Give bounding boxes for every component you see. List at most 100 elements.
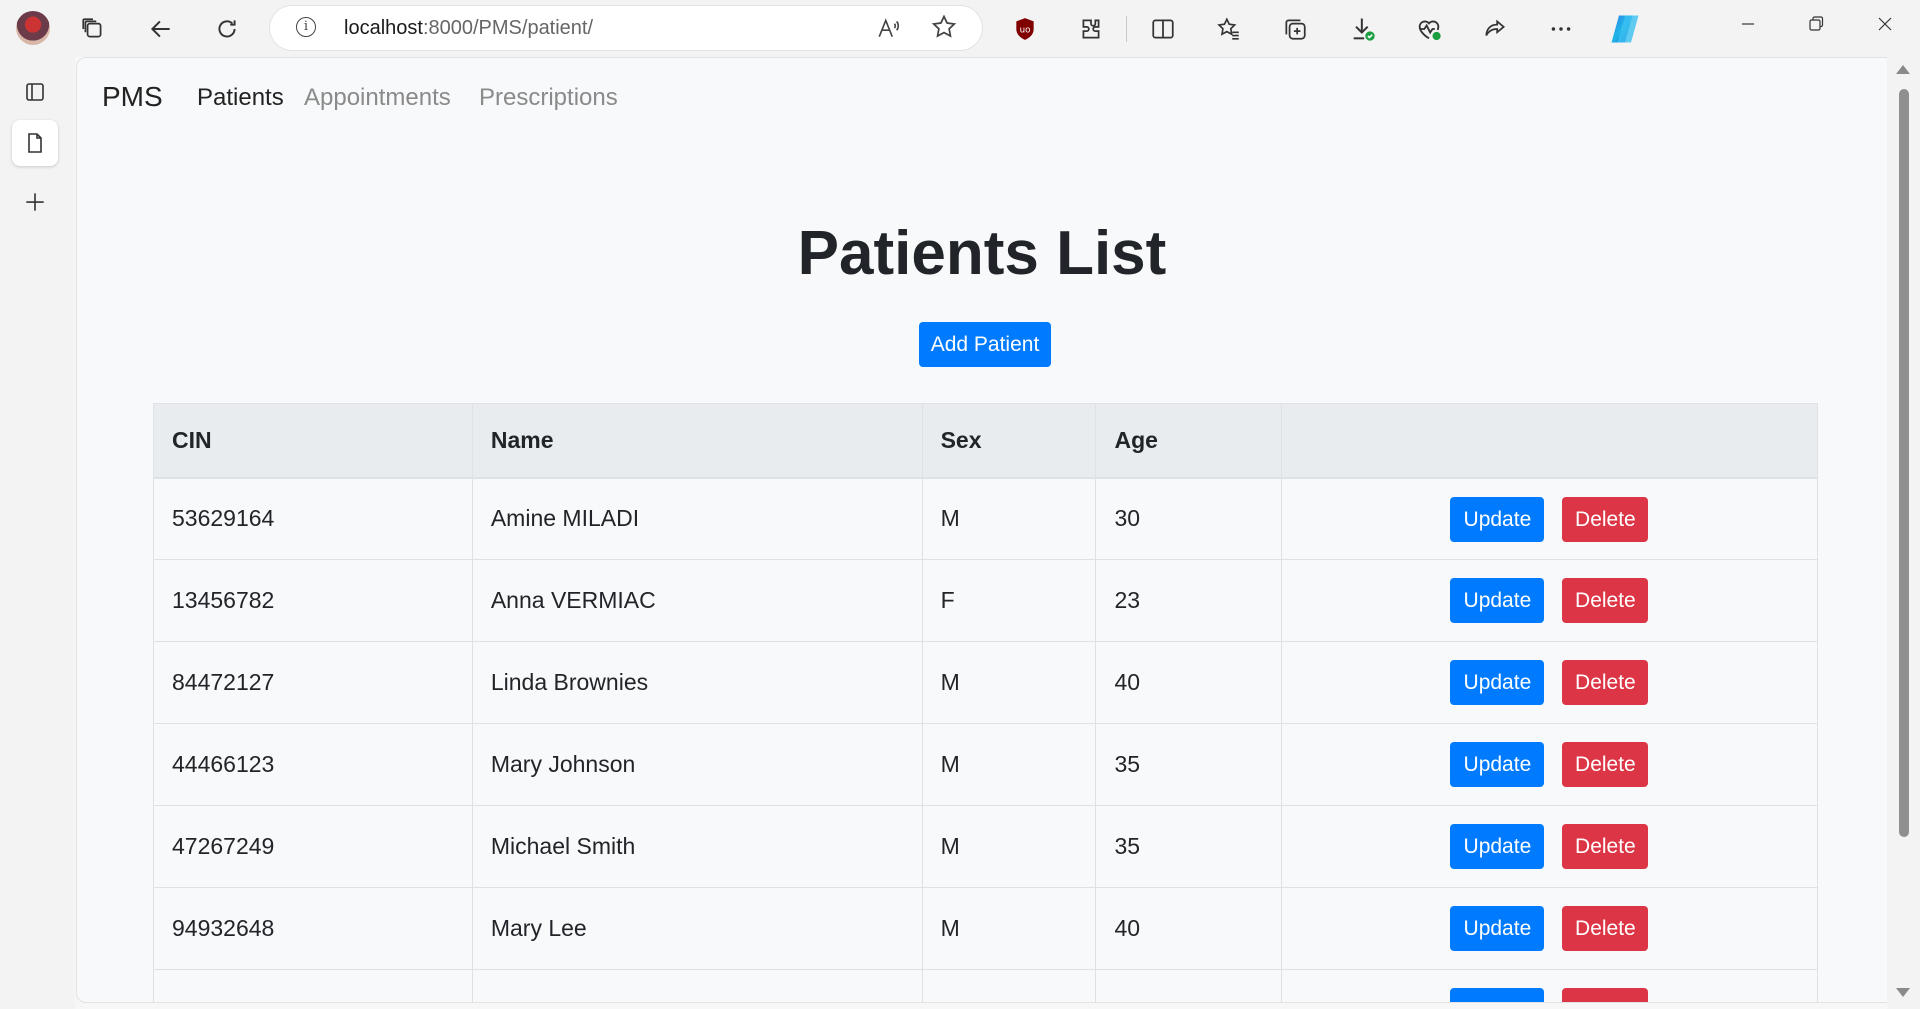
collections-icon[interactable]	[1280, 14, 1310, 44]
delete-button[interactable]: Delete	[1562, 660, 1649, 705]
scrollbar-thumb[interactable]	[1899, 89, 1909, 837]
age-cell: 35	[1095, 805, 1283, 888]
actions-cell: Update Delete	[1281, 641, 1818, 724]
more-icon[interactable]	[1546, 14, 1576, 44]
table-row: 53629164 Amine MILADI M 30 Update Delete	[153, 477, 1818, 560]
table-row: 94932648 Mary Lee M 40 Update Delete	[153, 887, 1818, 970]
table-header-row: CIN Name Sex Age	[153, 403, 1818, 479]
name-cell: Anna VERMIAC	[471, 559, 923, 642]
back-icon[interactable]	[146, 14, 176, 44]
cin-cell: 94932648	[153, 887, 473, 970]
new-tab-icon[interactable]	[12, 179, 58, 225]
refresh-icon[interactable]	[212, 14, 242, 44]
column-header-age: Age	[1095, 403, 1283, 479]
scroll-down-arrow-icon[interactable]	[1896, 988, 1910, 997]
sex-cell: M	[921, 723, 1097, 806]
table-row: 13456782 Anna VERMIAC F 23 Update Delete	[153, 559, 1818, 642]
delete-button[interactable]: Delete	[1562, 578, 1649, 623]
update-button[interactable]: Update	[1450, 742, 1545, 787]
tab-actions-icon[interactable]	[12, 69, 58, 115]
tabs-icon[interactable]	[78, 14, 108, 44]
page-tab-icon[interactable]	[12, 120, 58, 166]
nav-appointments[interactable]: Appointments	[304, 84, 451, 112]
cin-cell: 13456782	[153, 559, 473, 642]
delete-button[interactable]: Delete	[1562, 906, 1649, 951]
name-cell: Amine MILADI	[471, 477, 923, 560]
age-cell: 40	[1095, 641, 1283, 724]
actions-cell: Update Delete	[1281, 559, 1818, 642]
restore-icon[interactable]	[1801, 14, 1831, 40]
update-button[interactable]: Update	[1450, 578, 1545, 623]
table-row: 47267249 Michael Smith M 35 Update Delete	[153, 805, 1818, 888]
update-button[interactable]: Update	[1450, 660, 1545, 705]
copilot-icon[interactable]	[1607, 11, 1643, 47]
delete-button[interactable]: Delete	[1562, 824, 1649, 869]
toolbar-separator	[1126, 16, 1127, 42]
empty-cell	[1095, 969, 1283, 1002]
downloads-icon[interactable]	[1348, 14, 1378, 44]
split-screen-icon[interactable]	[1148, 14, 1178, 44]
actions-cell: Update Delete	[1281, 887, 1818, 970]
cin-cell: 47267249	[153, 805, 473, 888]
table-row: 44466123 Mary Johnson M 35 Update Delete	[153, 723, 1818, 806]
empty-cell	[471, 969, 923, 1002]
vertical-scrollbar[interactable]	[1887, 57, 1920, 1009]
browser-sidebar	[0, 57, 75, 1009]
extensions-icon[interactable]	[1076, 14, 1106, 44]
actions-cell: Update Delete	[1281, 723, 1818, 806]
cin-cell: 53629164	[153, 477, 473, 560]
browser-toolbar: i localhost:8000/PMS/patient/ uo	[0, 0, 1920, 57]
profile-avatar[interactable]	[16, 11, 50, 45]
page-viewport: PMS Patients Appointments Prescriptions …	[76, 57, 1888, 1003]
sex-cell: M	[921, 641, 1097, 724]
actions-cell: Update Delete	[1281, 805, 1818, 888]
scroll-up-arrow-icon[interactable]	[1896, 65, 1910, 74]
delete-button[interactable]	[1562, 988, 1649, 1002]
column-header-cin: CIN	[153, 403, 473, 479]
empty-cell	[153, 969, 473, 1002]
delete-button[interactable]: Delete	[1562, 742, 1649, 787]
favorite-star-icon[interactable]	[930, 13, 958, 48]
add-patient-button[interactable]: Add Patient	[919, 322, 1051, 367]
info-icon[interactable]: i	[296, 17, 316, 37]
nav-prescriptions[interactable]: Prescriptions	[479, 84, 618, 112]
sex-cell: F	[921, 559, 1097, 642]
table-row: 84472127 Linda Brownies M 40 Update Delete	[153, 641, 1818, 724]
name-cell: Mary Johnson	[471, 723, 923, 806]
minimize-icon[interactable]	[1733, 14, 1763, 40]
browser-essentials-icon[interactable]	[1414, 14, 1444, 44]
column-header-sex: Sex	[921, 403, 1097, 479]
update-button[interactable]: Update	[1450, 824, 1545, 869]
url-host: localhost	[344, 17, 423, 39]
favorites-icon[interactable]	[1214, 14, 1244, 44]
update-button[interactable]: Update	[1450, 496, 1545, 542]
column-header-actions	[1281, 403, 1818, 479]
empty-cell	[921, 969, 1097, 1002]
actions-cell: Update Delete	[1281, 477, 1818, 560]
close-icon[interactable]	[1870, 14, 1900, 40]
delete-button[interactable]: Delete	[1562, 496, 1649, 542]
page-title: Patients List	[797, 219, 1167, 288]
url-path: :8000/PMS/patient/	[422, 17, 594, 39]
update-button[interactable]: Update	[1450, 906, 1545, 951]
url-text[interactable]: localhost:8000/PMS/patient/	[344, 6, 593, 50]
share-icon[interactable]	[1480, 14, 1510, 44]
sex-cell: M	[921, 805, 1097, 888]
navbar-brand[interactable]: PMS	[102, 81, 163, 113]
name-cell: Michael Smith	[471, 805, 923, 888]
ublock-icon[interactable]: uo	[1010, 14, 1040, 44]
sex-cell: M	[921, 887, 1097, 970]
age-cell: 40	[1095, 887, 1283, 970]
address-bar[interactable]: i localhost:8000/PMS/patient/	[270, 6, 982, 50]
patients-table: CIN Name Sex Age 53629164 Amine MILADI M 30…	[153, 403, 1818, 1002]
age-cell: 23	[1095, 559, 1283, 642]
table-row-partial	[153, 969, 1818, 1002]
cin-cell: 84472127	[153, 641, 473, 724]
actions-cell	[1281, 969, 1818, 1002]
read-aloud-icon[interactable]	[876, 15, 902, 47]
nav-patients[interactable]: Patients	[197, 84, 284, 112]
svg-text:uo: uo	[1020, 25, 1031, 35]
update-button[interactable]	[1450, 988, 1545, 1002]
name-cell: Mary Lee	[471, 887, 923, 970]
sex-cell: M	[921, 477, 1097, 560]
